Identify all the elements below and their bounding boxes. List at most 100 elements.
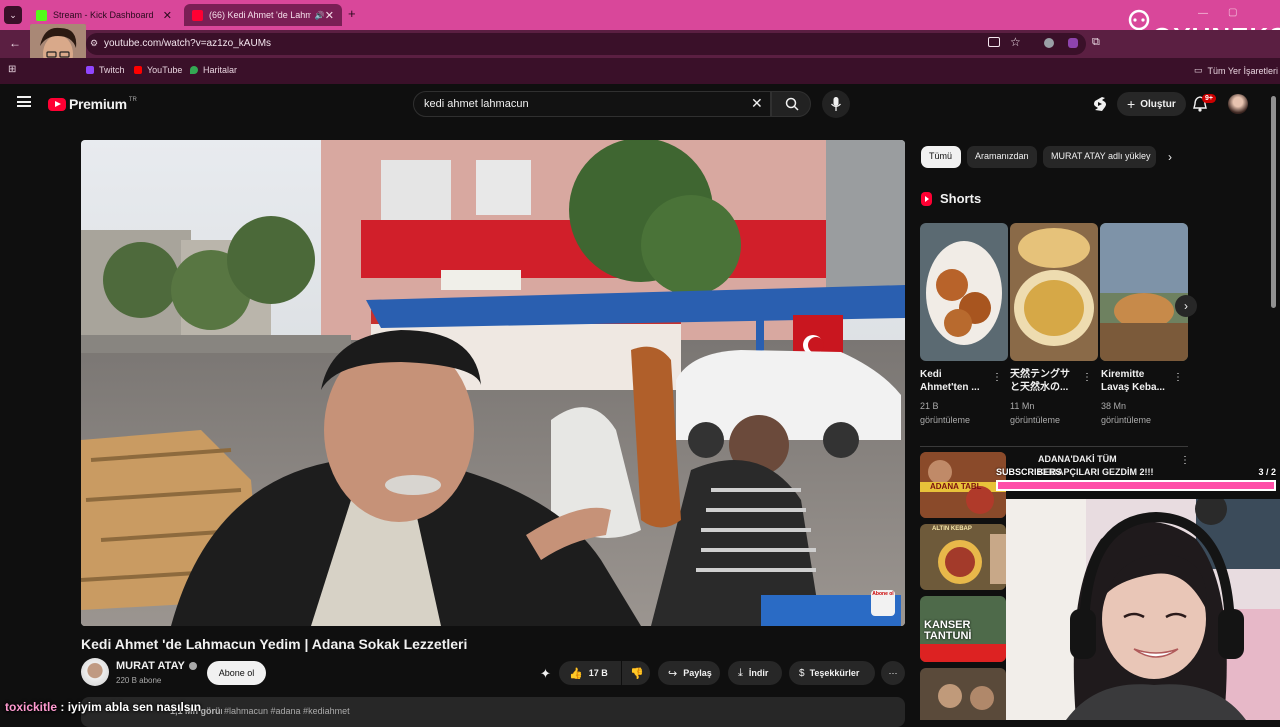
short-thumbnail[interactable] <box>1010 223 1098 361</box>
create-label: Oluştur <box>1140 98 1176 110</box>
all-bookmarks[interactable]: ▭ Tüm Yer İşaretleri <box>1194 65 1278 76</box>
bookmark-star-icon[interactable]: ☆ <box>1010 35 1021 49</box>
download-button[interactable]: ⤓ İndir <box>728 661 782 685</box>
kick-favicon-icon <box>36 9 47 21</box>
avatar[interactable] <box>1228 94 1248 114</box>
shorts-icon[interactable] <box>1093 96 1107 112</box>
back-arrow-icon[interactable]: ← <box>9 36 21 50</box>
tab-title: (66) Kedi Ahmet 'de Lahmac <box>209 10 311 20</box>
extensions-puzzle-icon[interactable]: ⧉ <box>1092 36 1100 49</box>
notification-badge: 9+ <box>1202 94 1216 103</box>
short-menu-icon[interactable]: ⋮ <box>992 372 1002 383</box>
folder-icon: ▭ <box>1194 65 1203 75</box>
divider <box>920 446 1188 447</box>
streamer-webcam <box>1006 499 1280 720</box>
bookmark-twitch[interactable]: Twitch <box>86 65 125 75</box>
apps-grid-icon[interactable]: ⊞ <box>8 64 16 75</box>
list-item-thumbnail[interactable]: KANSER TANTUNİ <box>920 596 1006 662</box>
share-arrow-icon: ↪ <box>668 667 678 680</box>
search-icon <box>785 97 799 111</box>
new-tab-button[interactable]: + <box>348 6 356 21</box>
goal-progress-bar <box>996 480 1276 491</box>
youtube-logo[interactable]: Premium TR <box>48 96 137 112</box>
channel-name[interactable]: MURAT ATAY <box>116 660 197 672</box>
chip-all[interactable]: Tümü <box>921 146 961 168</box>
chip-from-search[interactable]: Aramanızdan <box>967 146 1037 168</box>
bookmarks-bar: ⊞ Twitch YouTube Haritalar ▭ Tüm Yer İşa… <box>0 58 1280 84</box>
subscribers-label: SUBSCRIBERS <box>996 467 1062 477</box>
download-label: İndir <box>748 668 769 678</box>
voice-search-button[interactable] <box>822 90 850 118</box>
hamburger-menu-icon[interactable] <box>17 96 31 107</box>
tab-youtube-video[interactable]: (66) Kedi Ahmet 'de Lahmac 🔊 ✕ <box>184 4 342 26</box>
shorts-logo-icon <box>921 191 932 206</box>
like-button[interactable]: 👍 17 B <box>559 661 621 685</box>
extension-icon[interactable] <box>1068 38 1078 48</box>
verified-check-icon <box>188 662 197 670</box>
url-text[interactable]: youtube.com/watch?v=az1zo_kAUMs <box>104 38 271 49</box>
close-tab-icon[interactable]: ✕ <box>163 9 172 22</box>
shorts-heading-text: Shorts <box>940 191 982 206</box>
sparkle-icon[interactable]: ✦ <box>540 666 551 682</box>
close-tab-icon[interactable]: ✕ <box>325 9 334 22</box>
maps-pin-icon <box>190 66 198 74</box>
subscribe-watermark-text: Abone ol <box>872 591 894 597</box>
list-item-thumbnail[interactable]: ADANA TABL <box>920 452 1006 518</box>
subscribe-button[interactable]: Abone ol <box>207 661 266 685</box>
bookmark-youtube[interactable]: YouTube <box>134 65 182 75</box>
site-info-icon[interactable]: ⚙ <box>90 38 98 49</box>
chip-next-chevron-icon[interactable]: › <box>1168 150 1172 164</box>
more-actions-button[interactable]: ⋯ <box>881 661 905 685</box>
tab-list-menu-icon[interactable]: ⌄ <box>4 6 22 24</box>
list-item-thumbnail[interactable] <box>920 668 1006 720</box>
short-thumbnail[interactable] <box>920 223 1008 361</box>
clear-search-icon[interactable]: ✕ <box>751 95 763 112</box>
thanks-icon: $ <box>799 667 805 679</box>
thumb-text: ADANA TABL <box>930 482 982 491</box>
speaker-icon[interactable]: 🔊 <box>315 11 325 20</box>
description-hashtags[interactable]: #lahmacun #adana #kediahmet <box>222 706 350 716</box>
shorts-next-button[interactable]: › <box>1175 295 1197 317</box>
short-title[interactable]: 天然テングサ と天然水の... <box>1010 368 1070 394</box>
share-button[interactable]: ↪ Paylaş <box>658 661 720 685</box>
dislike-button[interactable]: 👎 <box>622 661 650 685</box>
install-app-icon[interactable] <box>988 37 1000 47</box>
video-title: Kedi Ahmet 'de Lahmacun Yedim | Adana So… <box>81 636 468 652</box>
extension-icon[interactable] <box>1044 38 1054 48</box>
microphone-icon <box>831 97 841 111</box>
page-scrollbar[interactable] <box>1271 96 1276 308</box>
download-icon: ⤓ <box>738 666 743 679</box>
thumb-text: ALTIN KEBAP <box>932 526 972 532</box>
bookmark-maps[interactable]: Haritalar <box>190 65 237 75</box>
short-menu-icon[interactable]: ⋮ <box>1173 372 1183 383</box>
thumb-text: KANSER TANTUNİ <box>924 619 972 642</box>
subscribe-label: Abone ol <box>218 668 255 678</box>
chip-label: Aramanızdan <box>975 151 1029 161</box>
thumbs-down-icon: 👎 <box>630 667 644 680</box>
youtube-play-icon <box>48 97 66 111</box>
subscriber-goal-overlay: SUBSCRIBERS 3 / 2 <box>996 465 1280 495</box>
short-title[interactable]: Kedi Ahmet'ten ... <box>920 368 980 394</box>
short-thumbnail[interactable] <box>1100 223 1188 361</box>
subscribe-watermark[interactable]: Abone ol <box>871 590 895 616</box>
search-input[interactable]: kedi ahmet lahmacun <box>413 91 771 117</box>
like-count: 17 B <box>588 668 608 678</box>
create-button[interactable]: + Oluştur <box>1117 92 1186 116</box>
short-title[interactable]: Kiremitte Lavaş Keba... <box>1101 368 1165 394</box>
thanks-button[interactable]: $ Teşekkürler <box>789 661 875 685</box>
video-player[interactable]: Abone ol <box>81 140 905 626</box>
bookmark-label: YouTube <box>147 65 183 75</box>
goal-count: 3 / 2 <box>1258 467 1276 477</box>
youtube-icon <box>134 66 142 74</box>
tab-kick-dashboard[interactable]: Stream - Kick Dashboard ✕ <box>28 4 180 26</box>
chat-message: toxickitle : iyiyim abla sen nasılsın <box>5 700 201 714</box>
short-menu-icon[interactable]: ⋮ <box>1082 372 1092 383</box>
chat-separator: : <box>60 700 65 714</box>
list-item-thumbnail[interactable]: ALTIN KEBAP <box>920 524 1006 590</box>
thumbs-up-icon: 👍 <box>569 667 583 680</box>
chip-channel[interactable]: MURAT ATAY adlı yükley <box>1043 146 1156 168</box>
more-dots-icon: ⋯ <box>888 667 898 678</box>
tab-title: Stream - Kick Dashboard <box>53 10 154 20</box>
search-button[interactable] <box>771 91 811 117</box>
channel-avatar[interactable] <box>81 658 109 686</box>
